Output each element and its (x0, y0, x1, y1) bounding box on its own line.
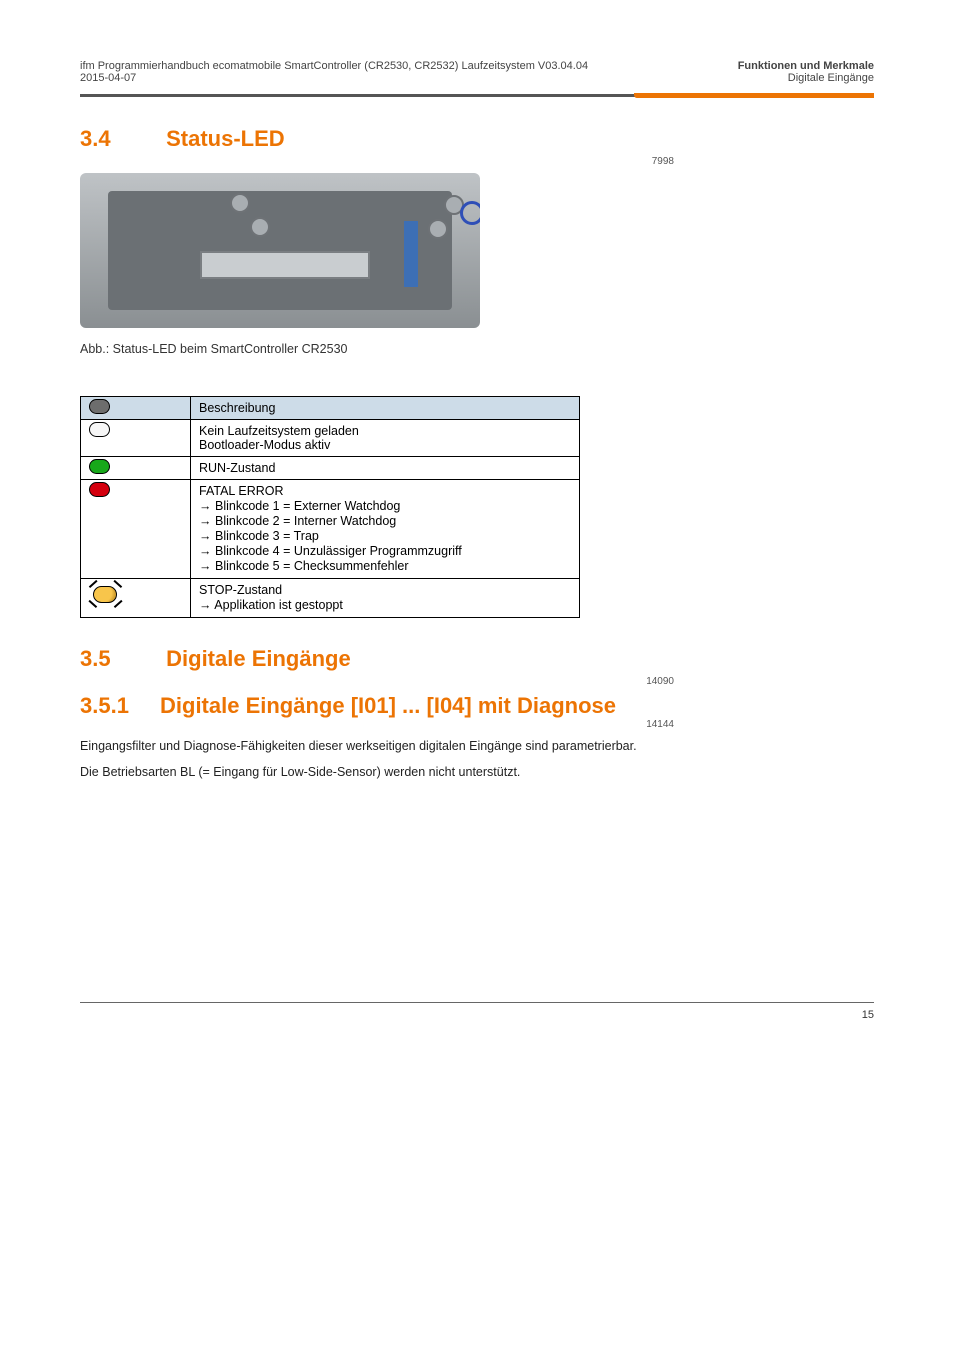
led-red-icon (89, 482, 110, 497)
header-rule (80, 94, 874, 98)
bullet-b5: Blinkcode 5 = Checksummenfehler (215, 559, 409, 573)
row-green: RUN-Zustand (191, 457, 580, 480)
led-white-icon (89, 422, 110, 437)
led-callout-circle (460, 201, 480, 225)
row-white-line0: Kein Laufzeitsystem geladen (199, 424, 571, 438)
led-flash-icon (89, 581, 121, 607)
s2-sub-num: 3.5.1 (80, 693, 160, 719)
s2-sub-b: 04] mit Diagnose (440, 693, 616, 718)
s2-title: Digitale Eingänge (166, 646, 351, 671)
header-left-top: ifm Programmierhandbuch ecomatmobile Sma… (80, 60, 588, 72)
th-description: Beschreibung (191, 397, 580, 420)
section-status-led: 3.4 Status-LED (80, 126, 874, 152)
page-footer: 15 (80, 1002, 874, 1021)
s2-sub-mid: 01] ... [I (364, 693, 440, 718)
section-num: 3.4 (80, 126, 160, 152)
header-right: Funktionen und Merkmale (738, 60, 874, 72)
bullet-b2: Blinkcode 2 = Interner Watchdog (215, 514, 396, 528)
section-code: 7998 (80, 156, 874, 167)
device-image (80, 173, 480, 328)
th-led-color: LED-Farbe (81, 397, 191, 420)
paragraph-2: Die Betriebsarten BL (= Eingang für Low-… (80, 762, 874, 782)
s2-sub-code: 14144 (80, 719, 874, 730)
row-red: FATAL ERROR → Blinkcode 1 = Externer Wat… (191, 480, 580, 579)
row-flash: STOP-Zustand → Applikation ist gestoppt (191, 579, 580, 618)
bullet-b3: Blinkcode 3 = Trap (215, 529, 319, 543)
image-caption: Abb.: Status-LED beim SmartController CR… (80, 342, 874, 356)
bullet-b1: Blinkcode 1 = Externer Watchdog (215, 499, 400, 513)
s2-num: 3.5 (80, 646, 160, 672)
led-table: LED-Farbe Beschreibung Kein Laufzeitsyst… (80, 396, 580, 618)
subsection-digital-inputs-diag: 3.5.1 Digitale Eingänge [I01] ... [I04] … (80, 693, 874, 719)
header-date: 2015-04-07 (80, 72, 136, 84)
s2-sub-a: Digitale Eingänge [I (160, 693, 364, 718)
header-right-sub: Digitale Eingänge (788, 72, 874, 84)
section-digital-inputs: 3.5 Digitale Eingänge (80, 646, 874, 672)
led-green-icon (89, 459, 110, 474)
bullet-s1: Applikation ist gestoppt (214, 598, 343, 612)
page-number: 15 (862, 1009, 874, 1021)
bullet-b4: Blinkcode 4 = Unzulässiger Programmzugri… (215, 544, 462, 558)
led-off-icon (89, 399, 110, 414)
row-red-header: FATAL ERROR (199, 484, 571, 498)
row-white-line1: Bootloader-Modus aktiv (199, 438, 571, 452)
paragraph-1: Eingangsfilter und Diagnose-Fähigkeiten … (80, 736, 874, 756)
row-white: Kein Laufzeitsystem geladen Bootloader-M… (191, 420, 580, 457)
section-title: Status-LED (166, 126, 285, 151)
s2-code: 14090 (80, 676, 874, 687)
row-flash-header: STOP-Zustand (199, 583, 571, 597)
